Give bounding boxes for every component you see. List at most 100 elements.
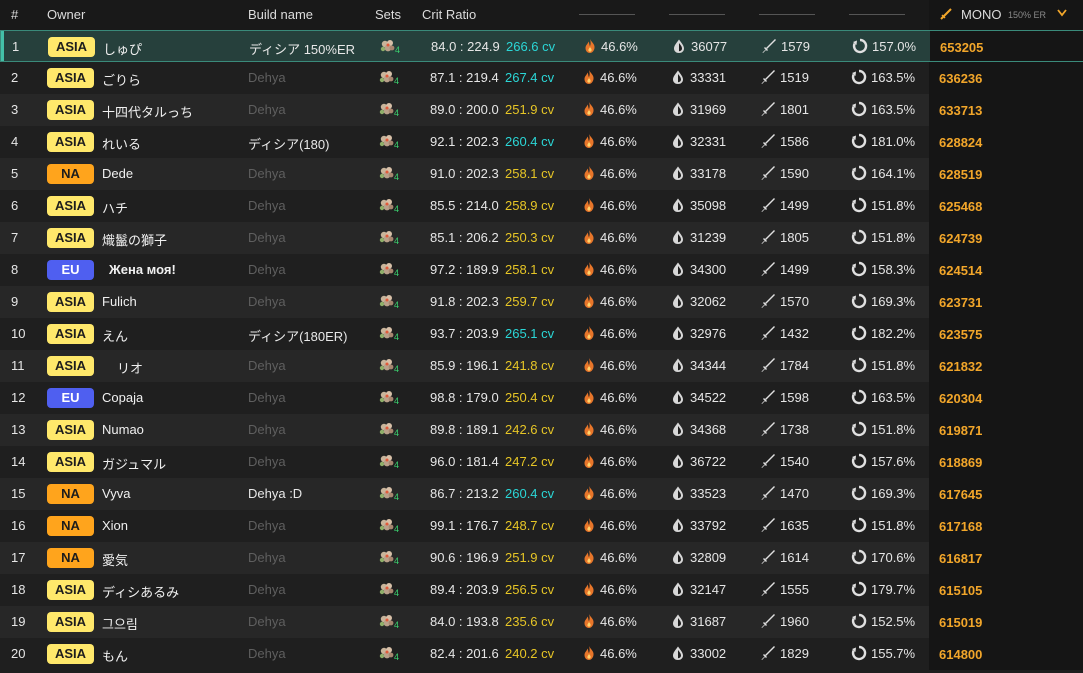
artifact-sets[interactable]: 4 (378, 581, 402, 601)
table-row[interactable]: 3 ASIA 十四代タルっち Dehya 4 89.0 : 200.0 251.9 cv 46… (0, 94, 1083, 126)
pyro-icon-wrap (582, 31, 600, 63)
artifact-sets[interactable]: 4 (378, 485, 402, 505)
artifact-sets[interactable]: 4 (378, 389, 402, 409)
owner-name[interactable]: 그으림 (102, 614, 138, 633)
header-index[interactable]: # (11, 7, 18, 22)
artifact-sets[interactable]: 4 (378, 293, 402, 313)
crit-ratio: 98.8 : 179.0 (430, 390, 499, 405)
header-hp-divider[interactable] (669, 14, 725, 15)
pyro-icon-wrap (581, 286, 599, 318)
table-row[interactable]: 9 ASIA Fulich Dehya 4 91.8 : 202.3 259.7 cv 46.… (0, 286, 1083, 318)
score-cell: 636236 (929, 62, 1083, 94)
artifact-sets[interactable]: 4 (378, 69, 402, 89)
artifact-sets[interactable]: 4 (378, 197, 402, 217)
owner-name[interactable]: Fulich (102, 294, 137, 309)
owner-name[interactable]: ディシあるみ (102, 582, 179, 601)
attack: 1432 (780, 326, 809, 341)
table-row[interactable]: 10 ASIA えん ディシア(180ER) 4 93.7 : 203.9 265.1 cv… (0, 318, 1083, 350)
table-row[interactable]: 15 NA Vyva Dehya :D 4 86.7 : 213.2 260.4 cv 46.… (0, 478, 1083, 510)
table-row[interactable]: 17 NA 愛気 Dehya 4 90.6 : 196.9 251.9 cv 46.6% 328… (0, 542, 1083, 574)
pyro-dmg-bonus: 46.6% (600, 550, 637, 565)
table-row[interactable]: 13 ASIA Numao Dehya 4 89.8 : 189.1 242.6 cv 46.… (0, 414, 1083, 446)
pyro-icon-wrap (581, 606, 599, 638)
owner-name[interactable]: リオ (117, 358, 143, 377)
owner-name[interactable]: えん (102, 326, 128, 345)
header-crit-ratio[interactable]: Crit Ratio (422, 7, 476, 22)
artifact-sets[interactable]: 4 (378, 325, 402, 345)
artifact-sets[interactable]: 4 (378, 165, 402, 185)
mono-score: 619871 (939, 423, 983, 438)
table-row[interactable]: 6 ASIA ハチ Dehya 4 85.5 : 214.0 258.9 cv 46.6% 35… (0, 190, 1083, 222)
crit-value: 260.4 cv (505, 134, 555, 149)
artifact-sets[interactable]: 4 (378, 613, 402, 633)
table-row[interactable]: 8 EU Жена моя! Dehya 4 97.2 : 189.9 258.1 cv 46… (0, 254, 1083, 286)
artifact-sets[interactable]: 4 (378, 517, 402, 537)
owner-name[interactable]: Vyva (102, 486, 130, 501)
table-row[interactable]: 16 NA Xion Dehya 4 99.1 : 176.7 248.7 cv 46.6% 3… (0, 510, 1083, 542)
header-owner[interactable]: Owner (47, 7, 85, 22)
artifact-sets[interactable]: 4 (378, 261, 402, 281)
crit-ratio: 96.0 : 181.4 (430, 454, 499, 469)
owner-name[interactable]: れいる (102, 134, 141, 153)
owner-name[interactable]: ガジュマル (102, 454, 166, 473)
row-rank: 13 (11, 422, 26, 437)
atk-icon (761, 166, 775, 180)
header-mono-sort[interactable]: MONO 150% ER (929, 0, 1083, 30)
artifact-sets[interactable]: 4 (378, 645, 402, 665)
pyro-dmg-bonus: 46.6% (600, 422, 637, 437)
table-row[interactable]: 18 ASIA ディシあるみ Dehya 4 89.4 : 203.9 256.5 cv 46… (0, 574, 1083, 606)
table-row[interactable]: 12 EU Copaja Dehya 4 98.8 : 179.0 250.4 cv 46.6… (0, 382, 1083, 414)
artifact-sets[interactable]: 4 (378, 357, 402, 377)
crit-ratio: 99.1 : 176.7 (430, 518, 499, 533)
artifact-sets[interactable]: 4 (378, 421, 402, 441)
table-row[interactable]: 20 ASIA もん Dehya 4 82.4 : 201.6 240.2 cv 46.6% 3… (0, 638, 1083, 670)
table-row[interactable]: 1 ASIA しゅぴ ディシア 150%ER 4 84.0 : 224.9 266.6 cv… (0, 30, 1083, 62)
header-sets[interactable]: Sets (375, 7, 401, 22)
header-build-name[interactable]: Build name (248, 7, 313, 22)
artifact-sets[interactable]: 4 (378, 549, 402, 569)
table-row[interactable]: 5 NA Dede Dehya 4 91.0 : 202.3 258.1 cv 46.6% 33… (0, 158, 1083, 190)
artifact-sets[interactable]: 4 (378, 453, 402, 473)
owner-name[interactable]: Xion (102, 518, 128, 533)
max-hp: 31969 (690, 102, 727, 117)
artifact-sets[interactable]: 4 (378, 229, 402, 249)
crit-ratio: 85.5 : 214.0 (430, 198, 499, 213)
owner-name[interactable]: Жена моя! (109, 262, 176, 277)
owner-name[interactable]: ごりら (102, 70, 141, 89)
header-pyro-dmg-divider[interactable] (579, 14, 635, 15)
table-row[interactable]: 7 ASIA 熾鬣の獅子 Dehya 4 85.1 : 206.2 250.3 cv 46.6… (0, 222, 1083, 254)
table-row[interactable]: 14 ASIA ガジュマル Dehya 4 96.0 : 181.4 247.2 cv 46.… (0, 446, 1083, 478)
table-row[interactable]: 4 ASIA れいる ディシア(180) 4 92.1 : 202.3 260.4 cv 46… (0, 126, 1083, 158)
owner-name[interactable]: 熾鬣の獅子 (102, 230, 167, 249)
energy-recharge-icon (851, 229, 867, 245)
attack: 1555 (780, 582, 809, 597)
owner-name[interactable]: Dede (102, 166, 133, 181)
artifact-sets[interactable]: 4 (379, 38, 403, 58)
header-er-divider[interactable] (849, 14, 905, 15)
artifact-sets[interactable]: 4 (378, 133, 402, 153)
attack: 1784 (780, 358, 809, 373)
region-badge: EU (47, 260, 94, 280)
crit-value: 260.4 cv (505, 486, 555, 501)
energy-recharge: 152.5% (871, 614, 916, 629)
er-icon-wrap (851, 606, 869, 638)
owner-name[interactable]: しゅぴ (103, 39, 142, 58)
table-row[interactable]: 11 ASIA リオ Dehya 4 85.9 : 196.1 241.8 cv 46.6% 3… (0, 350, 1083, 382)
atk-icon-wrap (760, 222, 778, 254)
owner-name[interactable]: もん (102, 646, 128, 665)
hp-icon (673, 454, 683, 468)
table-row[interactable]: 19 ASIA 그으림 Dehya 4 84.0 : 193.8 235.6 cv 46.6%… (0, 606, 1083, 638)
owner-name[interactable]: 十四代タルっち (102, 102, 193, 121)
owner-name[interactable]: Numao (102, 422, 144, 437)
owner-name[interactable]: ハチ (102, 198, 128, 217)
hp-icon-wrap (670, 510, 688, 542)
atk-icon-wrap (760, 606, 778, 638)
artifact-sets[interactable]: 4 (378, 101, 402, 121)
table-row[interactable]: 2 ASIA ごりら Dehya 4 87.1 : 219.4 267.4 cv 46.6% 3… (0, 62, 1083, 94)
score-cell: 628519 (929, 158, 1083, 190)
owner-name[interactable]: Copaja (102, 390, 143, 405)
hp-icon-wrap (670, 606, 688, 638)
owner-name[interactable]: 愛気 (102, 550, 128, 569)
header-atk-divider[interactable] (759, 14, 815, 15)
energy-recharge: 157.6% (871, 454, 916, 469)
